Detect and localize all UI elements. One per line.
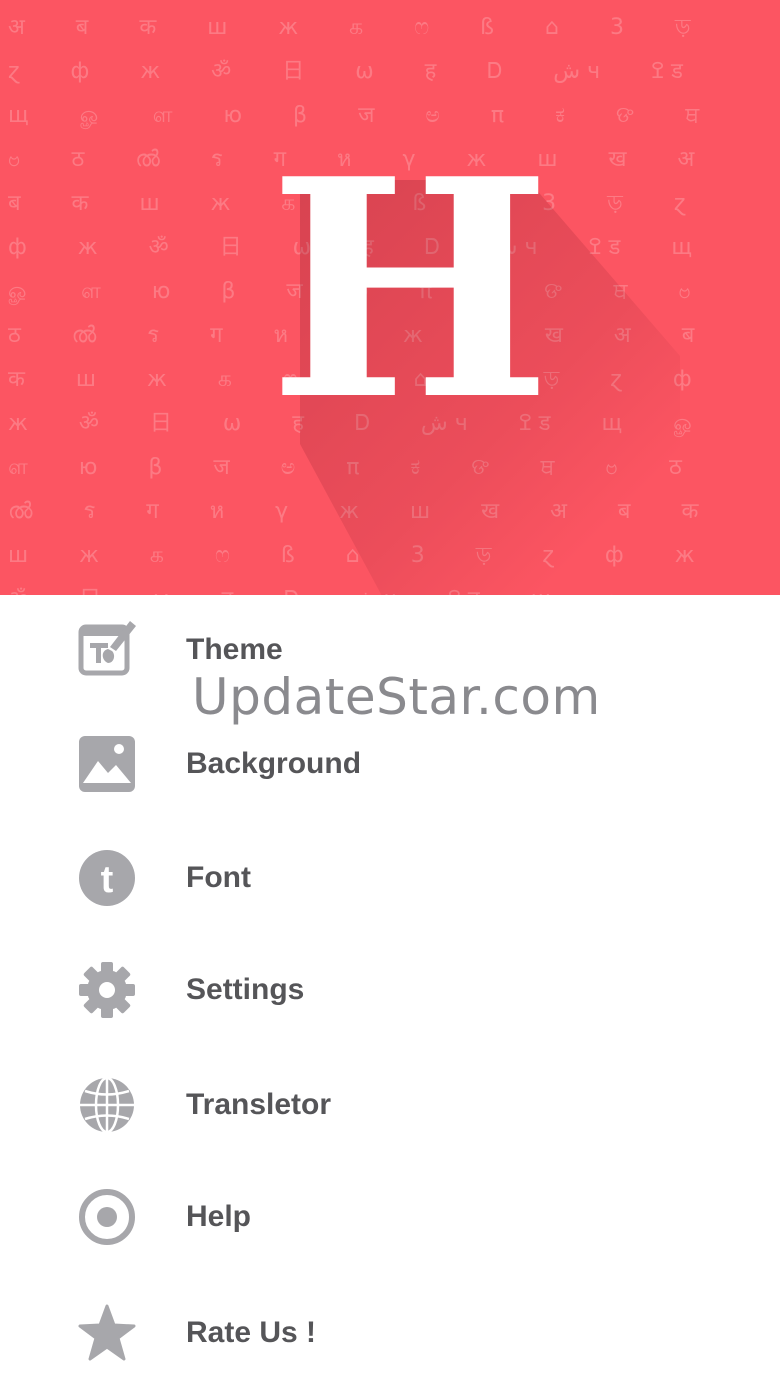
menu-item-settings[interactable]: Settings: [0, 935, 780, 1045]
star-icon: [78, 1304, 136, 1362]
drawer-header: अ ब क ш ж க ෆ ß ⌂ 3 ড় ɀ ф ж ॐ 日 ω ह Ꭰ ش…: [0, 0, 780, 595]
font-icon: t: [78, 849, 136, 907]
menu-label-font: Font: [186, 861, 251, 894]
menu-label-theme: Theme: [186, 633, 283, 666]
globe-icon: [78, 1076, 136, 1134]
logo-letter: H: [268, 113, 552, 466]
menu-item-translator[interactable]: Transletor: [0, 1050, 780, 1160]
watermark-text: UpdateStar.com: [192, 668, 601, 726]
gear-icon: [78, 961, 136, 1019]
menu-label-help: Help: [186, 1200, 252, 1233]
theme-icon: [78, 621, 136, 679]
menu-item-font[interactable]: t Font: [0, 823, 780, 933]
svg-text:t: t: [101, 859, 114, 901]
menu-label-rate-us: Rate Us !: [186, 1316, 317, 1349]
menu-item-rate-us[interactable]: Rate Us !: [0, 1278, 780, 1388]
menu-item-help[interactable]: Help: [0, 1162, 780, 1272]
menu-label-background: Background: [186, 747, 362, 780]
menu-label-settings: Settings: [186, 973, 305, 1006]
help-icon: [78, 1188, 136, 1246]
app-logo: H: [0, 0, 780, 595]
menu-label-translator: Transletor: [186, 1088, 332, 1121]
image-icon: [78, 735, 136, 793]
